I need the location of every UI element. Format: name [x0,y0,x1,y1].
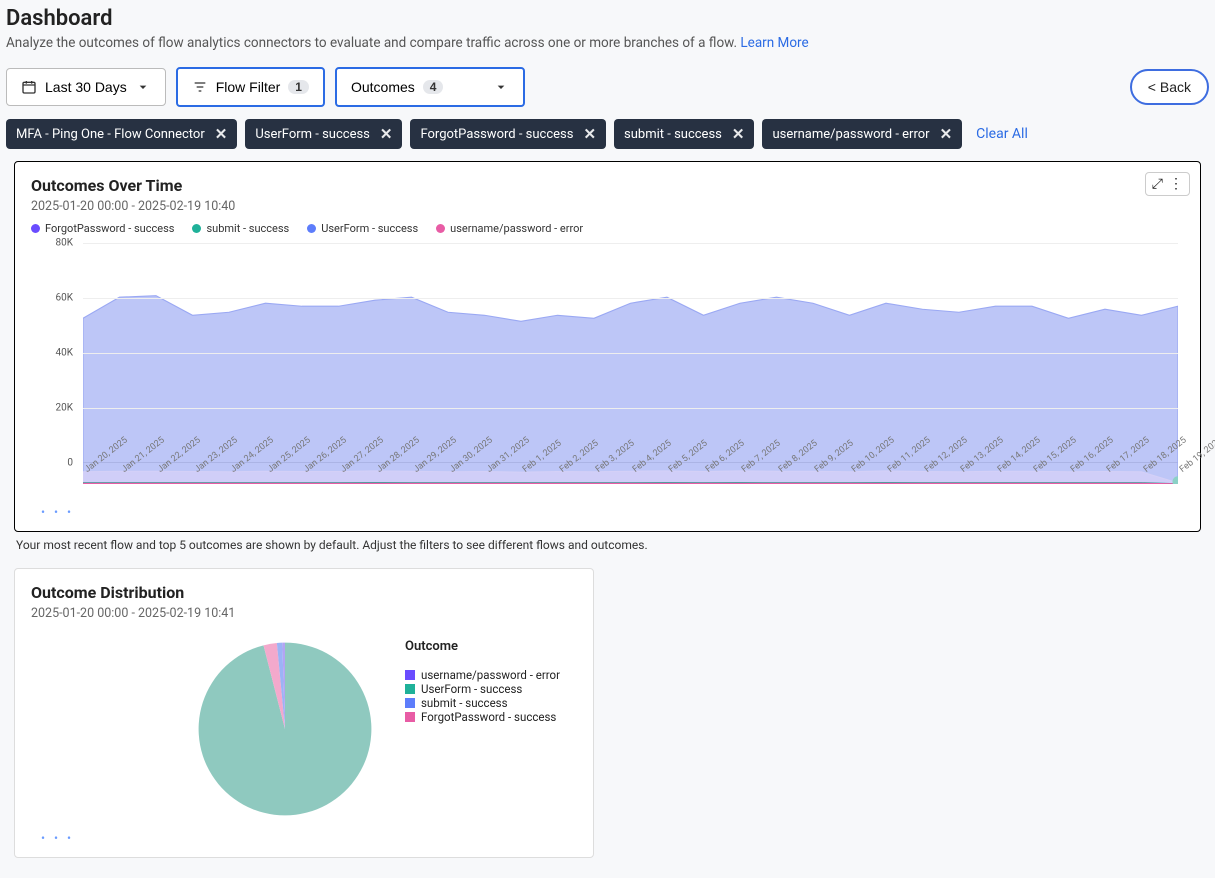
close-icon[interactable]: ✕ [215,125,228,143]
panel1-legend: ForgotPassword - success submit - success… [31,222,1184,235]
close-icon[interactable]: ✕ [940,125,953,143]
close-icon[interactable]: ✕ [380,125,393,143]
back-button[interactable]: < Back [1130,69,1209,105]
legend-item: username/password - error [405,668,560,682]
chip-row: MFA - Ping One - Flow Connector✕ UserForm… [6,119,1209,149]
legend-item: UserForm - success [307,222,418,235]
chart-pager-dots: • • • [31,829,577,849]
chevron-down-icon [135,79,151,95]
outcomes-button[interactable]: Outcomes 4 [335,67,525,107]
expand-icon[interactable]: ⤢ [1152,177,1163,191]
panel1-title: Outcomes Over Time [31,176,1184,195]
panel1-note: Your most recent flow and top 5 outcomes… [16,538,1199,552]
controls-row: Last 30 Days Flow Filter 1 Outcomes 4 < … [6,67,1209,107]
legend-item: username/password - error [436,222,583,235]
daterange-button[interactable]: Last 30 Days [6,68,166,106]
learn-more-link[interactable]: Learn More [740,35,808,51]
panel2-daterange: 2025-01-20 00:00 - 2025-02-19 10:41 [31,606,577,621]
panel-toolbar: ⤢ ⋮ [1145,172,1190,196]
page-title: Dashboard [6,6,1209,31]
legend-item: submit - success [405,696,560,710]
calendar-icon [21,79,37,95]
filter-chip[interactable]: MFA - Ping One - Flow Connector✕ [6,119,237,149]
outcomes-count: 4 [423,80,444,94]
filter-icon [192,79,208,95]
area-chart: 020K40K60K80K Jan 20, 2025Jan 21, 2025Ja… [31,243,1184,503]
pie-chart [195,639,375,819]
filter-chip[interactable]: username/password - error✕ [762,119,962,149]
panel2-title: Outcome Distribution [31,583,577,602]
more-icon[interactable]: ⋮ [1169,177,1183,191]
outcome-distribution-panel: Outcome Distribution 2025-01-20 00:00 - … [14,568,594,858]
filter-chip[interactable]: ForgotPassword - success✕ [410,119,606,149]
legend-item: UserForm - success [405,682,560,696]
flow-filter-button[interactable]: Flow Filter 1 [176,67,325,107]
legend-item: ForgotPassword - success [405,710,560,724]
page-subtitle: Analyze the outcomes of flow analytics c… [6,35,1209,51]
filter-chip[interactable]: submit - success✕ [614,119,754,149]
panel2-legend: Outcome username/password - errorUserFor… [405,639,560,724]
chevron-down-icon [493,79,509,95]
clear-all-link[interactable]: Clear All [976,126,1028,142]
close-icon[interactable]: ✕ [732,125,745,143]
filter-chip[interactable]: UserForm - success✕ [245,119,402,149]
panel1-daterange: 2025-01-20 00:00 - 2025-02-19 10:40 [31,199,1184,214]
flow-filter-count: 1 [288,80,309,94]
close-icon[interactable]: ✕ [583,125,596,143]
outcomes-over-time-panel: ⤢ ⋮ Outcomes Over Time 2025-01-20 00:00 … [14,161,1201,532]
chart-pager-dots: • • • [31,503,1184,523]
legend-item: submit - success [192,222,289,235]
legend-item: ForgotPassword - success [31,222,174,235]
